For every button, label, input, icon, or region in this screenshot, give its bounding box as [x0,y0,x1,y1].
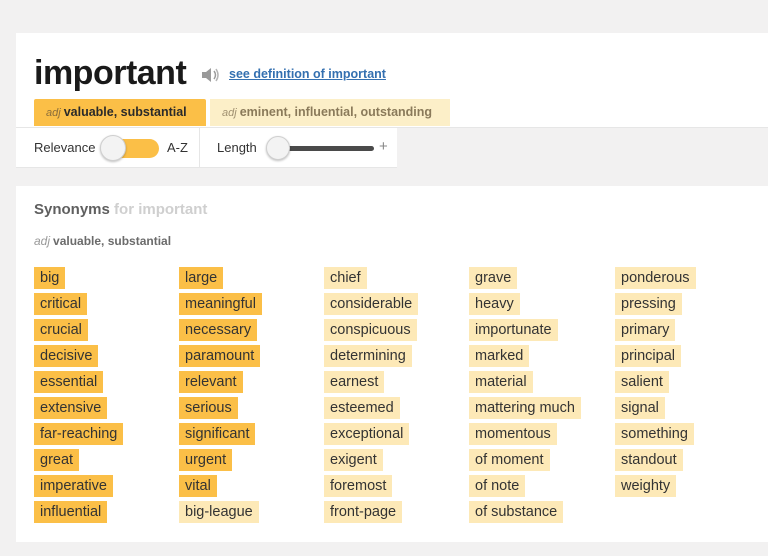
synonym-link[interactable]: front-page [324,501,403,523]
synonym-link[interactable]: essential [34,371,104,393]
synonym-link[interactable]: relevant [179,371,243,393]
synonyms-heading: Synonyms for important [34,201,207,218]
synonym-link[interactable]: momentous [469,423,557,445]
synonym-link[interactable]: mattering much [469,397,581,419]
filter-bar-line [397,127,768,128]
synonym-link[interactable]: imperative [34,475,113,497]
synonym-link[interactable]: material [469,371,533,393]
filter-divider [199,128,200,168]
synonym-link[interactable]: extensive [34,397,108,419]
synonym-link[interactable]: primary [615,319,676,341]
speaker-icon[interactable] [200,65,222,85]
synonym-link[interactable]: signal [615,397,665,419]
synonym-link[interactable]: urgent [179,449,233,471]
synonym-link[interactable]: salient [615,371,669,393]
sense-pos: adj [34,234,51,248]
synonyms-title-suffix: for important [114,201,208,218]
synonyms-title: Synonyms [34,201,110,218]
synonym-link[interactable]: principal [615,345,681,367]
synonym-link[interactable]: meaningful [179,293,262,315]
synonym-link[interactable]: of substance [469,501,564,523]
synonym-link[interactable]: considerable [324,293,419,315]
synonym-link[interactable]: standout [615,449,683,471]
synonym-link[interactable]: weighty [615,475,677,497]
synonym-column-2: large meaningful necessary paramount relevan… [179,267,262,527]
synonym-link[interactable]: determining [324,345,412,367]
tab-eminent-influential[interactable]: adj eminent, influential, outstanding [210,99,450,126]
length-slider-knob[interactable] [266,136,290,160]
synonym-link[interactable]: esteemed [324,397,400,419]
synonym-link[interactable]: far-reaching [34,423,124,445]
synonym-link[interactable]: necessary [179,319,258,341]
synonym-link[interactable]: ponderous [615,267,696,289]
sense-text: valuable, substantial [53,234,172,248]
az-label: A-Z [167,140,188,155]
synonym-link[interactable]: importunate [469,319,558,341]
tab-label: eminent, influential, outstanding [239,105,433,119]
synonym-link[interactable]: big [34,267,66,289]
relevance-label: Relevance [34,140,96,155]
page-title: important [34,54,187,92]
plus-icon: + [379,138,388,155]
synonym-link[interactable]: great [34,449,80,471]
synonym-link[interactable]: of moment [469,449,550,471]
synonym-link[interactable]: paramount [179,345,261,367]
synonym-link[interactable]: exceptional [324,423,410,445]
synonym-column-3: chief considerable conspicuous determining e… [324,267,419,527]
synonym-link[interactable]: big-league [179,501,259,523]
synonym-column-5: ponderous pressing primary principal salient… [615,267,696,501]
synonym-link[interactable]: influential [34,501,108,523]
synonym-column-1: big critical crucial decisive essential exten… [34,267,124,527]
synonym-link[interactable]: something [615,423,694,445]
synonym-link[interactable]: large [179,267,224,289]
synonym-link[interactable]: significant [179,423,256,445]
length-label: Length [217,140,257,155]
synonym-link[interactable]: heavy [469,293,520,315]
synonym-link[interactable]: marked [469,345,530,367]
definition-link[interactable]: see definition of important [229,67,386,81]
synonym-link[interactable]: foremost [324,475,393,497]
synonym-link[interactable]: pressing [615,293,682,315]
synonym-link[interactable]: decisive [34,345,99,367]
synonym-link[interactable]: vital [179,475,217,497]
synonym-link[interactable]: chief [324,267,367,289]
synonym-link[interactable]: serious [179,397,238,419]
synonym-link[interactable]: earnest [324,371,385,393]
synonym-link[interactable]: grave [469,267,518,289]
sense-label: adj valuable, substantial [34,234,171,248]
synonym-link[interactable]: exigent [324,449,383,471]
synonym-link[interactable]: critical [34,293,88,315]
tab-valuable-substantial[interactable]: adj valuable, substantial [34,99,206,126]
synonym-link[interactable]: conspicuous [324,319,417,341]
sort-toggle-knob[interactable] [100,135,126,161]
synonym-column-4: grave heavy importunate marked material matte… [469,267,581,527]
synonym-link[interactable]: of note [469,475,526,497]
tab-pos: adj [222,107,237,119]
synonym-link[interactable]: crucial [34,319,88,341]
tab-label: valuable, substantial [63,105,187,119]
tab-pos: adj [46,107,61,119]
